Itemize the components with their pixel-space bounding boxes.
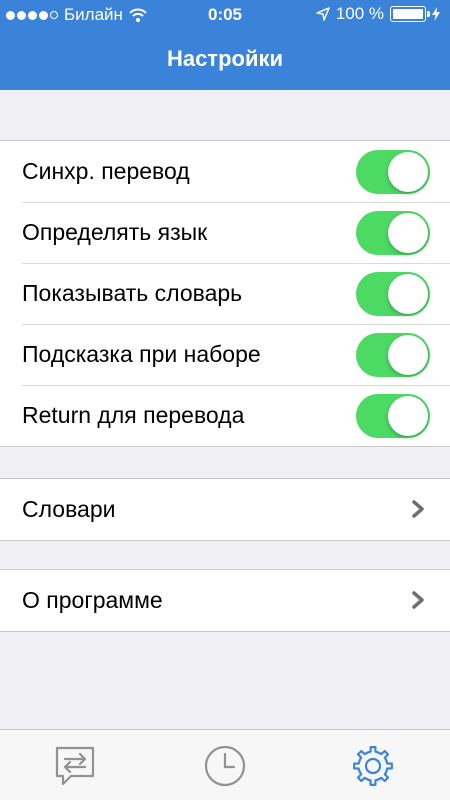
setting-row: Синхр. перевод bbox=[0, 141, 450, 202]
charging-bolt-icon bbox=[432, 7, 440, 21]
dictionaries-group: Словари bbox=[0, 478, 450, 541]
battery-percent: 100 % bbox=[335, 4, 384, 23]
tab-bar bbox=[0, 729, 450, 800]
toggle-settings-group: Синхр. перевод Определять язык Показывать … bbox=[0, 140, 450, 447]
toggle-knob bbox=[388, 213, 428, 253]
setting-label: Синхр. перевод bbox=[22, 158, 190, 184]
setting-toggle-switch[interactable] bbox=[356, 211, 430, 255]
toggle-knob bbox=[388, 274, 428, 314]
translate-icon[interactable] bbox=[53, 744, 97, 788]
history-icon[interactable] bbox=[203, 744, 247, 788]
setting-toggle-switch[interactable] bbox=[356, 150, 430, 194]
setting-label: Return для перевода bbox=[22, 402, 245, 428]
setting-toggle-switch[interactable] bbox=[356, 333, 430, 377]
toggle-knob bbox=[388, 396, 428, 436]
dictionaries-row[interactable]: Словари bbox=[0, 479, 450, 540]
setting-label: Определять язык bbox=[22, 219, 208, 245]
setting-row: Return для перевода bbox=[0, 385, 450, 446]
location-arrow-icon bbox=[316, 7, 330, 21]
setting-row: Подсказка при наборе bbox=[0, 324, 450, 385]
toggle-knob bbox=[388, 335, 428, 375]
setting-label: Подсказка при наборе bbox=[22, 341, 261, 367]
settings-gear-icon[interactable] bbox=[351, 744, 395, 788]
battery-icon bbox=[390, 6, 430, 22]
dictionaries-label: Словари bbox=[22, 496, 116, 522]
setting-row: Показывать словарь bbox=[0, 263, 450, 324]
about-row[interactable]: О программе bbox=[0, 570, 450, 631]
status-bar: Билайн 0:05 100 % bbox=[0, 0, 450, 30]
chevron-right-icon bbox=[412, 500, 424, 518]
chevron-right-icon bbox=[412, 591, 424, 609]
setting-label: Показывать словарь bbox=[22, 280, 243, 306]
about-group: О программе bbox=[0, 569, 450, 632]
about-label: О программе bbox=[22, 587, 163, 613]
page-title: Настройки bbox=[166, 46, 284, 71]
setting-toggle-switch[interactable] bbox=[356, 272, 430, 316]
setting-toggle-switch[interactable] bbox=[356, 394, 430, 438]
navigation-header: Билайн 0:05 100 % Настройки bbox=[0, 0, 450, 90]
setting-row: Определять язык bbox=[0, 202, 450, 263]
toggle-knob bbox=[388, 152, 428, 192]
